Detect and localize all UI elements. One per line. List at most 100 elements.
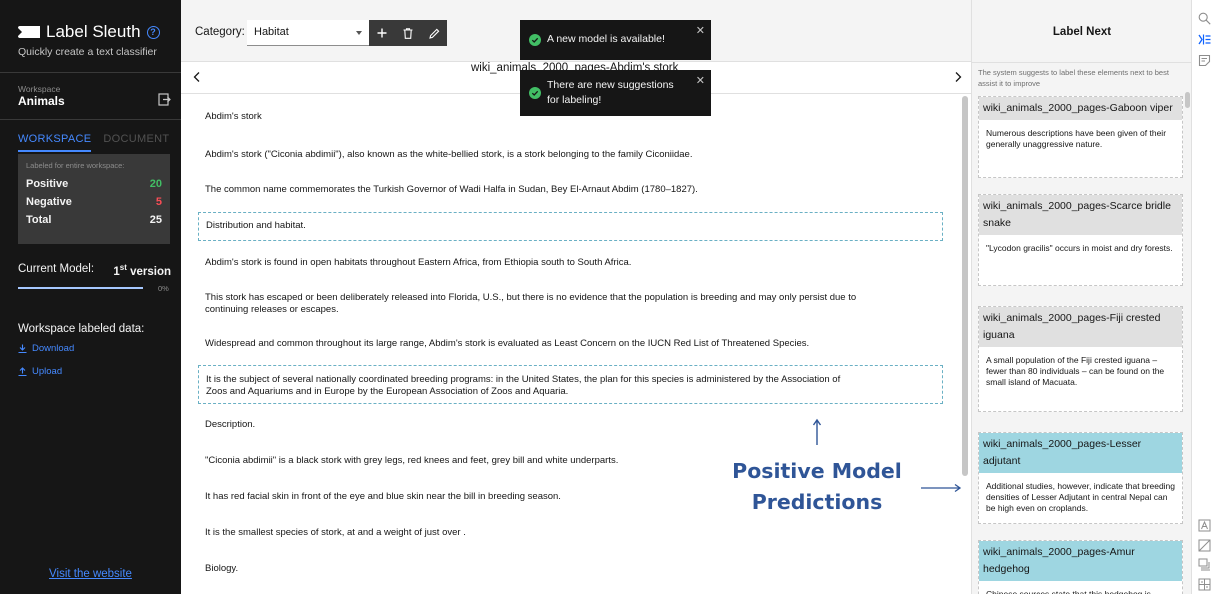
switch-workspace-icon[interactable] — [158, 93, 171, 106]
suggestion-card-predicted-positive[interactable]: wiki_animals_2000_pages-Amur hedgehog Ch… — [978, 540, 1183, 594]
chevron-left-icon[interactable] — [191, 71, 203, 83]
toast-new-suggestions: There are new suggestions for labeling! … — [520, 70, 711, 116]
stat-positive-label: Positive — [26, 178, 69, 190]
workspace-data-label: Workspace labeled data: — [18, 323, 145, 335]
document-scrollbar[interactable] — [962, 96, 968, 476]
toast-message: A new model is available! — [547, 33, 665, 45]
delete-category-button[interactable] — [395, 20, 421, 46]
list-item[interactable]: Abdim's stork ("Ciconia abdimii"), also … — [198, 149, 943, 161]
current-model-label: Current Model: — [18, 263, 95, 275]
list-item[interactable]: This stork has escaped or been deliberat… — [198, 292, 878, 316]
add-category-button[interactable] — [369, 20, 395, 46]
suspicious-labels-icon[interactable] — [1198, 558, 1211, 571]
suggestion-text: Chinese sources state that this hedgehog… — [986, 589, 1151, 594]
app-title: Label Sleuth — [46, 22, 141, 41]
suggestion-card[interactable]: wiki_animals_2000_pages-Gaboon viper Num… — [978, 96, 1183, 178]
chevron-down-icon — [356, 31, 362, 35]
suggestion-title: wiki_animals_2000_pages-Amur hedgehog — [979, 541, 1182, 581]
download-label: Download — [32, 343, 75, 354]
check-circle-icon — [529, 34, 541, 46]
tab-document[interactable]: DOCUMENT — [103, 133, 169, 152]
trash-icon — [403, 27, 413, 39]
category-selected-value: Habitat — [254, 26, 289, 38]
annotation-label: Positive Model Predictions — [732, 459, 902, 514]
edit-category-button[interactable] — [421, 20, 447, 46]
plus-icon — [377, 28, 387, 38]
annotation-arrow-up-icon — [812, 418, 822, 445]
suggestion-text: Additional studies, however, indicate th… — [986, 481, 1176, 513]
close-icon[interactable]: ✕ — [696, 24, 705, 39]
question-circle-icon[interactable]: ? — [146, 25, 160, 39]
suggestion-text: A small population of the Fiji crested i… — [986, 355, 1165, 387]
label-stats-panel: Labeled for entire workspace: Positive 2… — [18, 154, 170, 244]
right-icon-rail — [1191, 0, 1215, 594]
tab-workspace[interactable]: WORKSPACE — [18, 133, 92, 152]
stat-negative-label: Negative — [26, 196, 72, 208]
suggestion-text: "Lycodon gracilis" occurs in moist and d… — [986, 243, 1173, 253]
pencil-icon — [428, 28, 439, 39]
stat-positive-value: 20 — [149, 178, 162, 190]
download-link[interactable]: Download — [18, 343, 74, 354]
workspace-section: Workspace Animals — [0, 72, 181, 120]
label-next-title: Label Next — [1052, 26, 1112, 38]
list-item[interactable]: The common name commemorates the Turkish… — [198, 184, 943, 196]
upload-link[interactable]: Upload — [18, 366, 62, 377]
label-next-description: The system suggests to label these eleme… — [978, 68, 1169, 88]
model-progress-text: 0% — [158, 284, 169, 293]
stat-negative: Negative 5 — [26, 193, 162, 211]
model-version: 1st version — [113, 263, 171, 278]
suggestion-title: wiki_animals_2000_pages-Scarce bridle sn… — [979, 195, 1182, 235]
suggestion-title: wiki_animals_2000_pages-Fiji crested igu… — [979, 307, 1182, 347]
toast-message: There are new suggestions for labeling! — [547, 79, 674, 106]
stats-caption: Labeled for entire workspace: — [26, 161, 125, 170]
category-label: Category: — [195, 26, 245, 38]
list-item[interactable]: Widespread and common throughout its lar… — [198, 338, 943, 350]
chevron-right-icon[interactable] — [952, 71, 964, 83]
workspace-label: Workspace — [18, 84, 61, 94]
suggestion-card-predicted-positive[interactable]: wiki_animals_2000_pages-Lesser adjutant … — [978, 432, 1183, 524]
label-next-icon[interactable] — [1198, 33, 1211, 46]
list-item[interactable]: Abdim's stork is found in open habitats … — [198, 257, 943, 269]
stat-positive: Positive 20 — [26, 175, 162, 193]
divider — [972, 62, 1191, 63]
suggestion-card[interactable]: wiki_animals_2000_pages-Scarce bridle sn… — [978, 194, 1183, 286]
list-item-predicted-positive[interactable]: Distribution and habitat. — [198, 212, 943, 241]
suggestion-text: Numerous descriptions have been given of… — [986, 128, 1167, 149]
brand: Label Sleuth ? — [18, 22, 160, 42]
label-next-panel: Label Next The system suggests to label … — [971, 0, 1191, 594]
suggestion-title: wiki_animals_2000_pages-Gaboon viper — [979, 97, 1182, 120]
suggestion-title: wiki_animals_2000_pages-Lesser adjutant — [979, 433, 1182, 473]
check-circle-icon — [529, 87, 541, 99]
stat-negative-value: 5 — [155, 196, 162, 208]
toast-new-model: A new model is available! ✕ — [520, 20, 711, 60]
list-item[interactable]: Biology. — [198, 563, 943, 575]
current-model-row: Current Model: 1st version — [18, 263, 171, 278]
sidebar: Label Sleuth ? Quickly create a text cla… — [0, 0, 181, 594]
label-next-scrollbar[interactable] — [1185, 92, 1190, 108]
search-icon[interactable] — [1198, 12, 1211, 25]
list-item[interactable]: It is the smallest species of stork, at … — [198, 527, 943, 539]
label-logo-icon — [18, 26, 40, 38]
positive-predictions-icon[interactable] — [1198, 519, 1211, 532]
sidebar-tabs: WORKSPACE DOCUMENT — [18, 133, 169, 152]
close-icon[interactable]: ✕ — [696, 74, 705, 89]
upload-label: Upload — [32, 366, 63, 377]
list-item[interactable]: Description. — [198, 419, 943, 431]
upload-icon — [18, 367, 27, 376]
visit-website-link[interactable]: Visit the website — [0, 568, 181, 580]
stat-total-value: 25 — [149, 214, 162, 226]
annotation-arrow-right-icon — [921, 483, 962, 493]
contradicting-labels-icon[interactable] — [1198, 578, 1211, 591]
list-item-predicted-positive[interactable]: It is the subject of several nationally … — [198, 365, 943, 404]
app-tagline: Quickly create a text classifier — [18, 46, 157, 58]
model-progress-bar — [18, 287, 143, 289]
disagreements-icon[interactable] — [1198, 539, 1211, 552]
category-select[interactable]: Habitat — [247, 20, 369, 46]
download-icon — [18, 344, 27, 353]
suggestion-card[interactable]: wiki_animals_2000_pages-Fiji crested igu… — [978, 306, 1183, 412]
workspace-name: Animals — [18, 94, 65, 108]
positive-labels-icon[interactable] — [1198, 54, 1211, 67]
stat-total: Total 25 — [26, 211, 162, 229]
document-elements-list: Abdim's stork Abdim's stork ("Ciconia ab… — [181, 94, 961, 594]
stat-total-label: Total — [26, 214, 52, 226]
